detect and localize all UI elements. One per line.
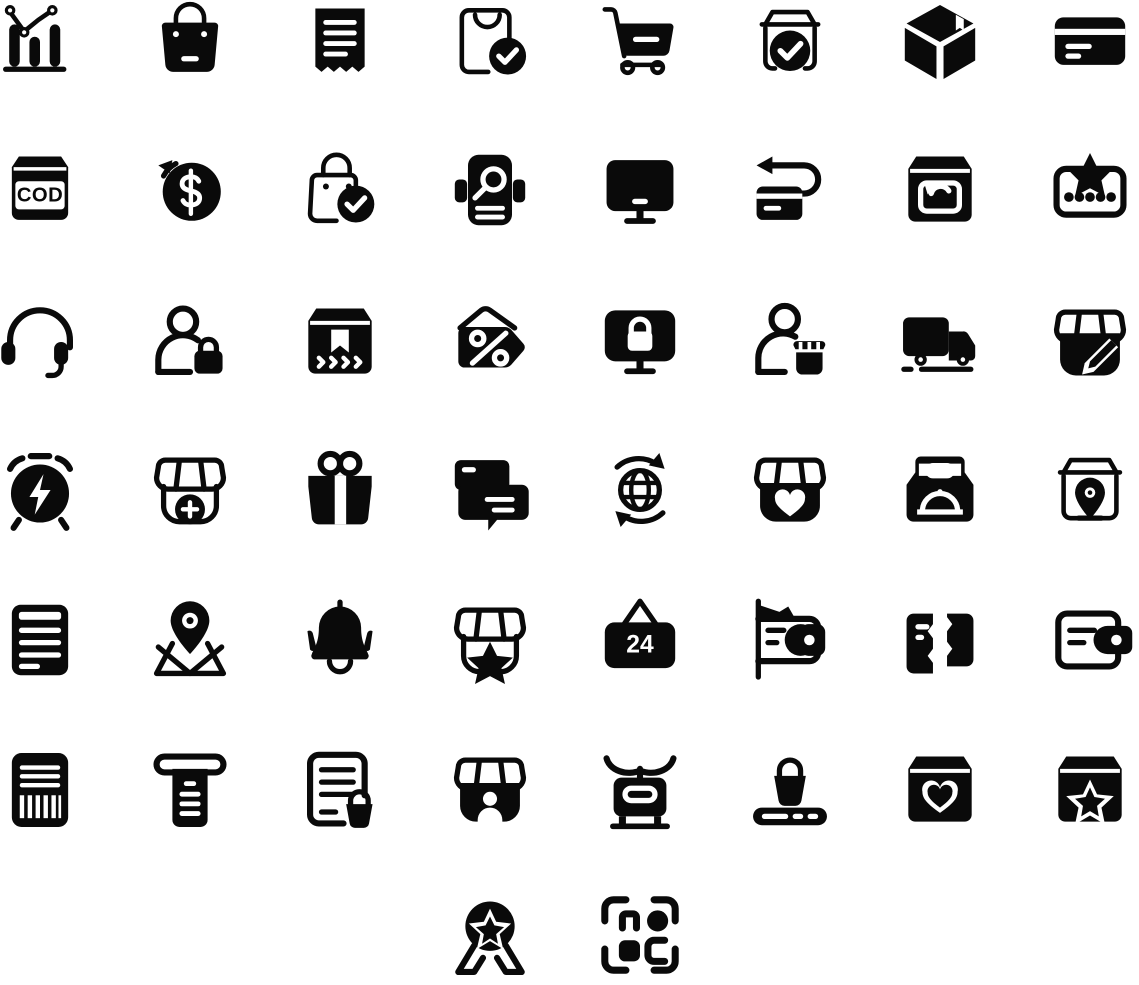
quality-badge-icon[interactable]	[440, 885, 540, 985]
favorite-package-icon[interactable]	[890, 740, 990, 840]
package-verified-icon[interactable]	[740, 0, 840, 92]
discount-tag-icon[interactable]	[440, 292, 540, 392]
money-refund-icon[interactable]	[140, 140, 240, 240]
24-hours-service-icon[interactable]: 24	[590, 590, 690, 690]
cod-label: COD	[17, 184, 63, 206]
fast-shipping-box-icon[interactable]	[290, 292, 390, 392]
seller-account-icon[interactable]	[740, 292, 840, 392]
store-customer-icon[interactable]	[440, 740, 540, 840]
product-search-icon[interactable]	[440, 140, 540, 240]
icon-sheet: COD 24	[0, 0, 1139, 980]
global-exchange-icon[interactable]	[590, 440, 690, 540]
conveyor-bag-icon[interactable]	[740, 740, 840, 840]
barcode-document-icon[interactable]	[0, 740, 90, 840]
shopping-bag-icon[interactable]	[140, 0, 240, 92]
atm-receipt-icon[interactable]	[140, 740, 240, 840]
order-confirmed-icon[interactable]	[440, 0, 540, 92]
receipt-icon[interactable]	[290, 0, 390, 92]
card-refund-icon[interactable]	[740, 140, 840, 240]
wallet-flag-icon[interactable]	[740, 590, 840, 690]
return-package-icon[interactable]	[890, 140, 990, 240]
secure-checkout-icon[interactable]	[590, 292, 690, 392]
parcel-box-3d-icon[interactable]	[890, 0, 990, 92]
top-rated-store-icon[interactable]	[440, 590, 540, 690]
hours-24-label: 24	[626, 631, 654, 658]
delivery-address-icon[interactable]	[140, 590, 240, 690]
sales-analytics-chart-icon[interactable]	[0, 0, 90, 92]
invoice-document-icon[interactable]	[0, 590, 90, 690]
gift-box-icon[interactable]	[290, 440, 390, 540]
account-privacy-icon[interactable]	[140, 292, 240, 392]
starred-package-icon[interactable]	[1040, 740, 1139, 840]
flash-sale-alarm-icon[interactable]	[0, 440, 90, 540]
weighing-scale-icon[interactable]	[590, 740, 690, 840]
bag-check-icon[interactable]	[290, 140, 390, 240]
secure-document-icon[interactable]	[290, 740, 390, 840]
payment-chat-icon[interactable]	[440, 440, 540, 540]
loyalty-card-icon[interactable]	[1040, 140, 1139, 240]
wallet-icon[interactable]	[1040, 590, 1139, 690]
qr-code-scan-icon[interactable]	[590, 885, 690, 985]
split-payment-icon[interactable]	[890, 590, 990, 690]
online-store-monitor-icon[interactable]	[590, 140, 690, 240]
customer-support-headset-icon[interactable]	[0, 292, 90, 392]
shopping-cart-icon[interactable]	[590, 0, 690, 92]
delivery-truck-icon[interactable]	[890, 292, 990, 392]
cash-on-delivery-icon[interactable]: COD	[0, 140, 90, 240]
food-delivery-bag-icon[interactable]	[890, 440, 990, 540]
notification-bell-icon[interactable]	[290, 590, 390, 690]
package-location-icon[interactable]	[1040, 440, 1139, 540]
add-store-icon[interactable]	[140, 440, 240, 540]
credit-card-icon[interactable]	[1040, 0, 1139, 92]
favorite-store-icon[interactable]	[740, 440, 840, 540]
edit-store-icon[interactable]	[1040, 292, 1139, 392]
